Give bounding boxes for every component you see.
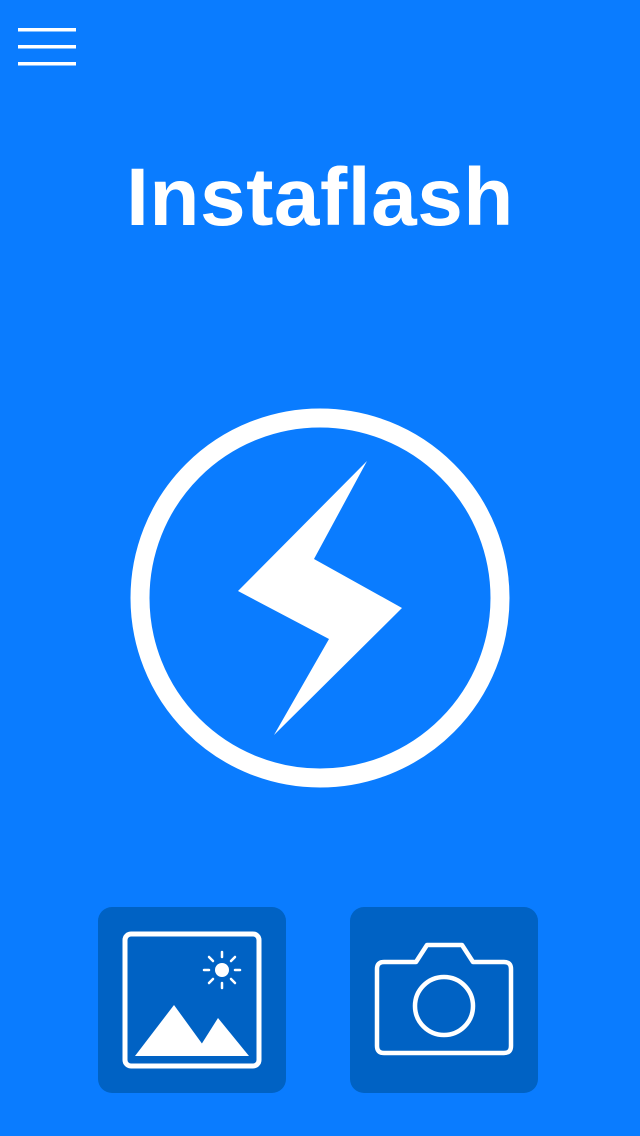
camera-button[interactable]: [350, 907, 538, 1093]
camera-icon: [374, 942, 514, 1056]
app-title: Instaflash: [126, 152, 514, 243]
lightning-bolt-icon: [130, 408, 510, 788]
menu-button[interactable]: [18, 26, 78, 70]
hamburger-menu-icon: [18, 28, 76, 66]
flash-button[interactable]: [129, 407, 511, 789]
gallery-button[interactable]: [98, 907, 286, 1093]
photo-gallery-icon: [122, 931, 262, 1069]
